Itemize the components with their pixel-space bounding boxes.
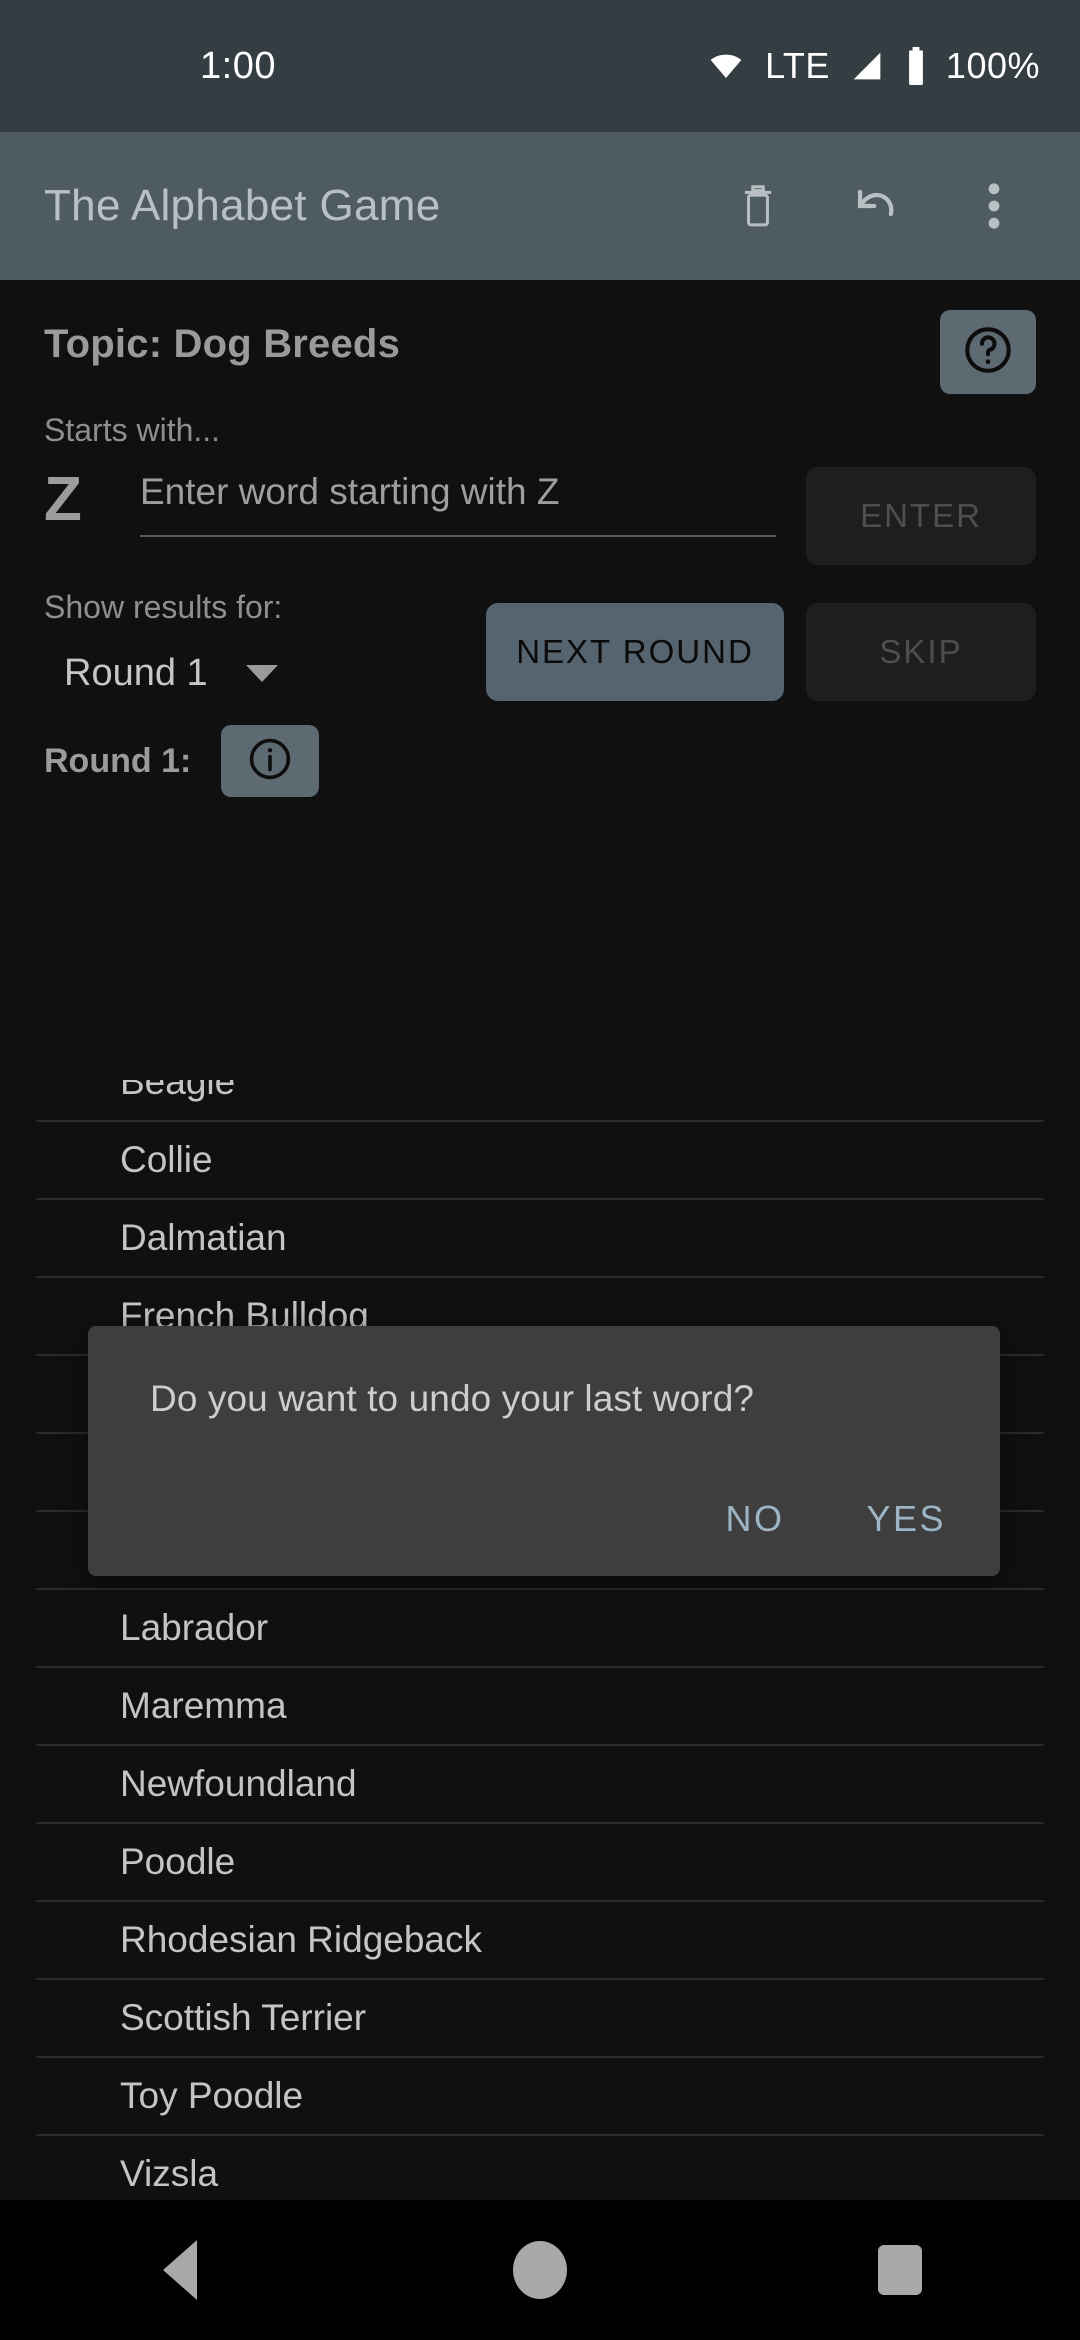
- delete-button[interactable]: [730, 178, 786, 234]
- overflow-menu-icon: [987, 182, 1001, 230]
- undo-confirm-dialog: Do you want to undo your last word? NO Y…: [88, 1326, 1000, 1576]
- status-bar-indicators: LTE 100%: [705, 45, 1040, 87]
- android-nav-bar: [0, 2200, 1080, 2340]
- network-type-label: LTE: [765, 45, 830, 86]
- status-bar-clock: 1:00: [200, 44, 276, 87]
- signal-icon: [848, 50, 886, 82]
- overflow-menu-button[interactable]: [966, 178, 1022, 234]
- nav-recents-button[interactable]: [840, 2220, 960, 2320]
- dialog-actions: NO YES: [717, 1486, 954, 1552]
- home-icon: [513, 2241, 567, 2299]
- battery-icon: [904, 47, 928, 85]
- phone-screen: 1:00 LTE 100% The Alphabet Game Topic: D…: [0, 0, 1080, 2340]
- dialog-yes-button[interactable]: YES: [858, 1486, 954, 1552]
- back-icon: [163, 2240, 197, 2300]
- dialog-no-button[interactable]: NO: [717, 1486, 792, 1552]
- recents-icon: [878, 2245, 922, 2295]
- main-content: Topic: Dog Breeds Starts with... Z ENTER: [0, 280, 1080, 2200]
- app-title: The Alphabet Game: [44, 181, 441, 230]
- status-bar: 1:00 LTE 100%: [0, 0, 1080, 132]
- battery-percentage-label: 100%: [945, 45, 1040, 86]
- delete-icon: [737, 182, 779, 230]
- dialog-scrim[interactable]: [0, 280, 1080, 2200]
- dialog-message: Do you want to undo your last word?: [150, 1378, 755, 1419]
- wifi-icon: [705, 50, 747, 82]
- nav-back-button[interactable]: [120, 2220, 240, 2320]
- app-bar: The Alphabet Game: [0, 132, 1080, 280]
- nav-home-button[interactable]: [480, 2220, 600, 2320]
- undo-button[interactable]: [848, 178, 904, 234]
- undo-icon: [853, 186, 899, 226]
- app-bar-actions: [730, 178, 1036, 234]
